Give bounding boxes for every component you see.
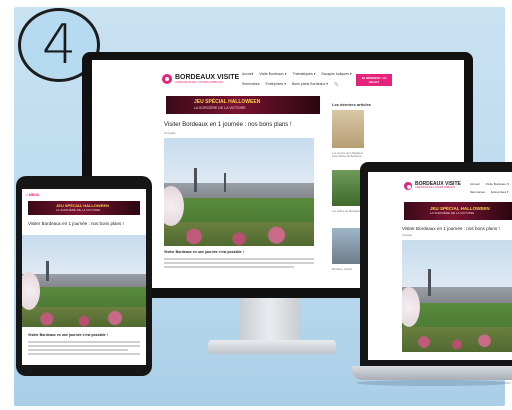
laptop-hero-photo xyxy=(402,240,512,352)
desktop-section-heading: Visiter Bordeaux en une journée c'est po… xyxy=(164,250,244,254)
sidebar-heading: Les derniers articles xyxy=(332,102,371,107)
tablet-screen: ≡ MENU JEU SPÉCIAL HALLOWEEN LA SORCIÈRE… xyxy=(22,189,146,365)
laptop-nav-visit[interactable]: Visite Bordeaux ▾ xyxy=(486,182,509,186)
desktop-article-title: Visiter Bordeaux en 1 journée : nos bons… xyxy=(164,122,292,128)
laptop-shadow xyxy=(356,380,512,386)
nav-item-seminars[interactable]: Séminaires xyxy=(242,82,260,86)
logo-icon xyxy=(162,74,172,84)
laptop-article-title: Visiter Bordeaux en 1 journée : nos bons… xyxy=(402,226,500,231)
laptop-logo[interactable]: BORDEAUX VISITE CRÉATEUR DE LOISIRS URBA… xyxy=(404,182,461,190)
laptop-banner-subtitle: LA SORCIÈRE DE LA VICTOIRE xyxy=(430,211,475,216)
desktop-hero-photo xyxy=(164,138,314,246)
banner-subtitle: LA SORCIÈRE DE LA VICTOIRE xyxy=(194,105,246,110)
nav-item-visit[interactable]: Visite Bordeaux ▾ xyxy=(259,72,286,76)
tablet-menu-button[interactable]: ≡ MENU xyxy=(26,193,39,197)
desktop-promo-banner[interactable]: JEU SPÉCIAL HALLOWEEN LA SORCIÈRE DE LA … xyxy=(166,96,320,114)
tablet-banner-subtitle: LA SORCIÈRE DE LA VICTOIRE xyxy=(56,208,101,213)
laptop-article-meta: Conseils xyxy=(402,234,412,237)
laptop-logo-icon xyxy=(404,182,412,190)
desktop-article-meta: Conseils xyxy=(164,131,176,135)
desktop-nav-2: Séminaires Entreprises ▾ Bons plans Bord… xyxy=(242,82,338,86)
laptop-nav-seminars[interactable]: Séminaires xyxy=(470,190,485,194)
tablet-article-title: Visiter Bordeaux en 1 journée : nos bons… xyxy=(28,221,124,226)
nav-item-escapes[interactable]: Escapes ludiques ▾ xyxy=(321,72,351,76)
monitor-stand xyxy=(240,298,300,344)
mockup-frame: 4 BORDEAUX VISITE CRÉATEUR DE LOISIRS UR… xyxy=(0,0,512,410)
sidebar-caption-1[interactable]: Les secrets de la Basilique Saint-Michel… xyxy=(332,152,366,158)
step-number: 4 xyxy=(41,13,77,76)
laptop-nav-home[interactable]: Accueil xyxy=(470,182,480,186)
desktop-nav: Accueil Visite Bordeaux ▾ Thématiques ▾ … xyxy=(242,72,352,76)
laptop-promo-banner[interactable]: JEU SPÉCIAL HALLOWEEN LA SORCIÈRE DE LA … xyxy=(404,202,512,220)
tablet-promo-banner[interactable]: JEU SPÉCIAL HALLOWEEN LA SORCIÈRE DE LA … xyxy=(28,201,140,215)
desktop-logo[interactable]: BORDEAUX VISITE CRÉATEUR DE LOISIRS URBA… xyxy=(162,74,239,84)
nav-item-home[interactable]: Accueil xyxy=(242,72,253,76)
laptop-base xyxy=(352,366,512,380)
laptop-logo-tagline: CRÉATEUR DE LOISIRS URBAINS xyxy=(415,186,456,190)
nav-item-tips[interactable]: Bons plans Bordeaux ▾ xyxy=(292,82,328,86)
search-icon[interactable]: 🔍 xyxy=(334,82,338,86)
laptop-nav-2: Séminaires Entreprises ▾ xyxy=(470,190,509,194)
logo-tagline: CRÉATEUR DE LOISIRS URBAINS xyxy=(175,80,224,84)
banner-title: JEU SPÉCIAL HALLOWEEN xyxy=(194,99,261,106)
desktop-cta-button[interactable]: JE RÉSERVE / LE BILLET xyxy=(356,74,392,86)
nav-item-business[interactable]: Entreprises ▾ xyxy=(266,82,286,86)
nav-item-themes[interactable]: Thématiques ▾ xyxy=(292,72,315,76)
monitor-base xyxy=(208,340,336,354)
sidebar-thumb-1[interactable] xyxy=(332,110,364,148)
tablet-hero-photo xyxy=(22,235,146,327)
desktop-header: BORDEAUX VISITE CRÉATEUR DE LOISIRS URBA… xyxy=(92,60,464,94)
laptop-nav-business[interactable]: Entreprises ▾ xyxy=(491,190,509,194)
laptop-nav: Accueil Visite Bordeaux ▾ xyxy=(470,182,509,186)
laptop-screen: BORDEAUX VISITE CRÉATEUR DE LOISIRS URBA… xyxy=(368,172,512,360)
tablet-section-heading: Visiter Bordeaux en une journée c'est po… xyxy=(28,333,108,337)
